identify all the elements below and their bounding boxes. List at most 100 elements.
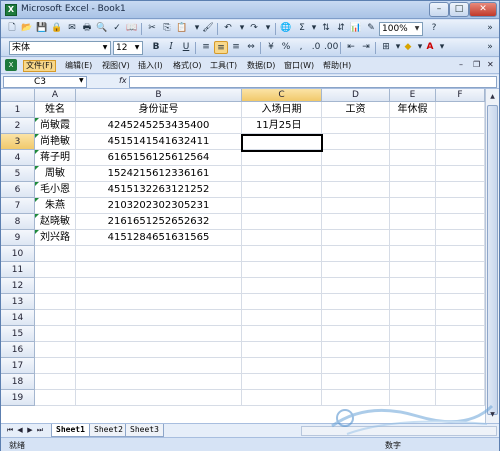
- restore-workbook-icon[interactable]: ❐: [473, 60, 480, 69]
- active-cell-c3[interactable]: [241, 134, 323, 152]
- cell-a18[interactable]: [35, 374, 76, 390]
- cell-b5[interactable]: 1524215612336161: [76, 166, 242, 182]
- sheet-tab-sheet3[interactable]: Sheet3: [125, 424, 164, 437]
- row-header-4[interactable]: 4: [1, 150, 35, 166]
- italic-icon[interactable]: I: [164, 41, 178, 54]
- cell-d6[interactable]: [322, 182, 390, 198]
- new-icon[interactable]: 🗋: [5, 22, 19, 35]
- cell-f6[interactable]: [436, 182, 485, 198]
- minimize-button[interactable]: –: [429, 2, 449, 17]
- row-header-6[interactable]: 6: [1, 182, 35, 198]
- cell-a10[interactable]: [35, 246, 76, 262]
- cell-c2[interactable]: 11月25日: [242, 118, 322, 134]
- cell-e9[interactable]: [390, 230, 436, 246]
- next-sheet-icon[interactable]: ▶: [25, 425, 35, 436]
- cell-c16[interactable]: [242, 342, 322, 358]
- row-header-2[interactable]: 2: [1, 118, 35, 134]
- cell-c8[interactable]: [242, 214, 322, 230]
- open-icon[interactable]: 📂: [20, 22, 34, 35]
- chart-wizard-icon[interactable]: 📊: [349, 22, 363, 35]
- last-sheet-icon[interactable]: ⏭: [35, 425, 45, 436]
- cell-f15[interactable]: [436, 326, 485, 342]
- currency-icon[interactable]: ¥: [264, 41, 278, 54]
- cell-d7[interactable]: [322, 198, 390, 214]
- cell-f13[interactable]: [436, 294, 485, 310]
- row-header-7[interactable]: 7: [1, 198, 35, 214]
- select-all-corner[interactable]: [1, 89, 35, 102]
- cell-c13[interactable]: [242, 294, 322, 310]
- cell-f2[interactable]: [436, 118, 485, 134]
- cell-f5[interactable]: [436, 166, 485, 182]
- column-header-c[interactable]: C: [242, 89, 322, 102]
- toolbar-options-icon[interactable]: »: [483, 41, 497, 54]
- cell-f9[interactable]: [436, 230, 485, 246]
- drawing-icon[interactable]: ✎: [364, 22, 378, 35]
- workbook-icon[interactable]: X: [5, 59, 17, 71]
- cell-e19[interactable]: [390, 390, 436, 406]
- cell-e15[interactable]: [390, 326, 436, 342]
- cell-f11[interactable]: [436, 262, 485, 278]
- cell-e6[interactable]: [390, 182, 436, 198]
- redo-dropdown-icon[interactable]: ▾: [261, 22, 275, 35]
- cell-d5[interactable]: [322, 166, 390, 182]
- copy-icon[interactable]: ⎘: [160, 22, 174, 35]
- column-header-d[interactable]: D: [322, 89, 390, 102]
- cell-f7[interactable]: [436, 198, 485, 214]
- cell-d16[interactable]: [322, 342, 390, 358]
- cell-e14[interactable]: [390, 310, 436, 326]
- chevron-down-icon[interactable]: ▼: [101, 43, 109, 53]
- cell-a6[interactable]: 毛小恩: [35, 182, 76, 198]
- row-header-3[interactable]: 3: [1, 134, 35, 150]
- cell-e2[interactable]: [390, 118, 436, 134]
- cell-b19[interactable]: [76, 390, 242, 406]
- cell-c4[interactable]: [242, 150, 322, 166]
- cell-f12[interactable]: [436, 278, 485, 294]
- menu-format[interactable]: 格式(O): [171, 60, 204, 72]
- cell-f17[interactable]: [436, 358, 485, 374]
- cell-c9[interactable]: [242, 230, 322, 246]
- cell-f1[interactable]: [436, 102, 485, 118]
- cell-b2[interactable]: 4245245253435400: [76, 118, 242, 134]
- paste-icon[interactable]: 📋: [175, 22, 189, 35]
- scroll-thumb[interactable]: [487, 105, 498, 415]
- cell-b12[interactable]: [76, 278, 242, 294]
- decrease-indent-icon[interactable]: ⇤: [344, 41, 358, 54]
- cell-d17[interactable]: [322, 358, 390, 374]
- menu-data[interactable]: 数据(D): [245, 60, 277, 72]
- cell-a11[interactable]: [35, 262, 76, 278]
- horizontal-scrollbar[interactable]: [301, 426, 497, 436]
- cell-c19[interactable]: [242, 390, 322, 406]
- cell-b8[interactable]: 2161651252652632: [76, 214, 242, 230]
- bold-icon[interactable]: B: [149, 41, 163, 54]
- cell-a14[interactable]: [35, 310, 76, 326]
- cell-b18[interactable]: [76, 374, 242, 390]
- cell-e17[interactable]: [390, 358, 436, 374]
- chevron-down-icon[interactable]: ▼: [79, 77, 84, 84]
- zoom-select[interactable]: 100% ▼: [379, 22, 423, 36]
- cell-c18[interactable]: [242, 374, 322, 390]
- cell-c10[interactable]: [242, 246, 322, 262]
- row-header-9[interactable]: 9: [1, 230, 35, 246]
- font-size-select[interactable]: 12 ▼: [113, 41, 143, 55]
- row-header-5[interactable]: 5: [1, 166, 35, 182]
- email-icon[interactable]: ✉: [65, 22, 79, 35]
- cell-b13[interactable]: [76, 294, 242, 310]
- sheet-tab-sheet1[interactable]: Sheet1: [51, 424, 90, 437]
- sort-ascending-icon[interactable]: ⇅: [319, 22, 333, 35]
- cell-c14[interactable]: [242, 310, 322, 326]
- cell-d14[interactable]: [322, 310, 390, 326]
- cell-d9[interactable]: [322, 230, 390, 246]
- cell-b14[interactable]: [76, 310, 242, 326]
- cell-a3[interactable]: 尚艳敏: [35, 134, 76, 150]
- cell-b4[interactable]: 6165156125612564: [76, 150, 242, 166]
- row-header-14[interactable]: 14: [1, 310, 35, 326]
- cell-c1[interactable]: 入场日期: [242, 102, 322, 118]
- sheet-tab-sheet2[interactable]: Sheet2: [89, 424, 128, 437]
- column-header-b[interactable]: B: [76, 89, 242, 102]
- row-header-10[interactable]: 10: [1, 246, 35, 262]
- cell-c7[interactable]: [242, 198, 322, 214]
- cell-f19[interactable]: [436, 390, 485, 406]
- cell-d12[interactable]: [322, 278, 390, 294]
- minimize-workbook-icon[interactable]: –: [459, 60, 463, 69]
- cell-a8[interactable]: 赵晓敏: [35, 214, 76, 230]
